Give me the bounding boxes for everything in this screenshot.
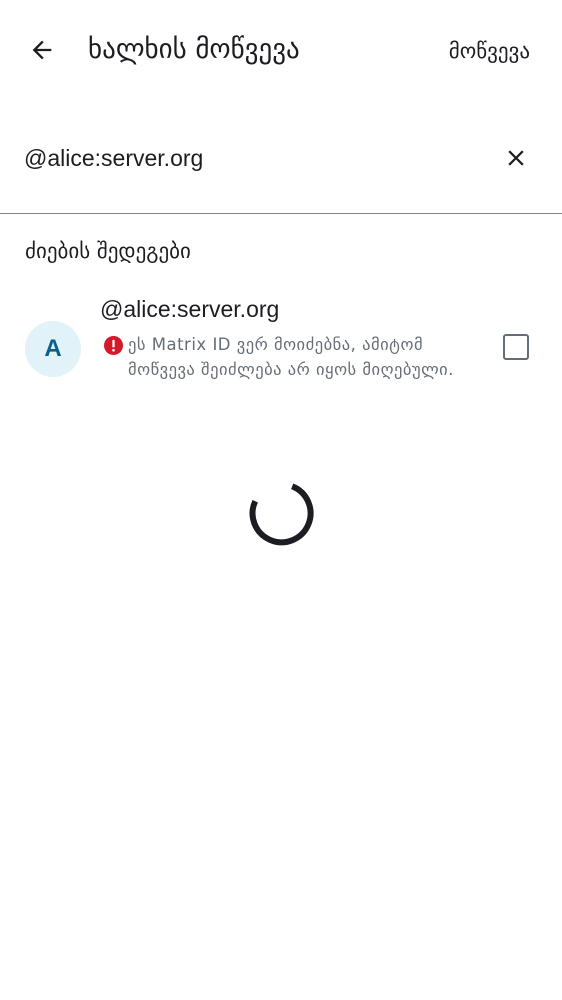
circular-progress-icon (249, 483, 314, 546)
arrow-back-icon (32, 40, 52, 60)
invite-button[interactable]: მოწვევა (449, 34, 530, 68)
search-input[interactable] (24, 138, 484, 178)
result-warning-text: ეს Matrix ID ვერ მოიძებნა, ამიტომ მოწვევ… (128, 335, 454, 379)
result-select-checkbox[interactable] (503, 334, 529, 360)
page-title: ხალხის მოწვევა (88, 34, 300, 65)
avatar-initial: A (44, 335, 62, 362)
result-user-id: @alice:server.org (100, 296, 280, 322)
search-field (0, 120, 562, 214)
close-icon (508, 150, 524, 166)
search-results-header: ძიების შედეგები (25, 239, 191, 263)
back-button[interactable] (18, 26, 66, 74)
clear-search-button[interactable] (492, 134, 540, 182)
error-icon (104, 336, 123, 355)
top-app-bar: ხალხის მოწვევა მოწვევა (0, 0, 562, 100)
avatar: A (25, 321, 81, 377)
search-result-row[interactable]: A @alice:server.org ეს Matrix ID ვერ მოი… (0, 288, 562, 412)
